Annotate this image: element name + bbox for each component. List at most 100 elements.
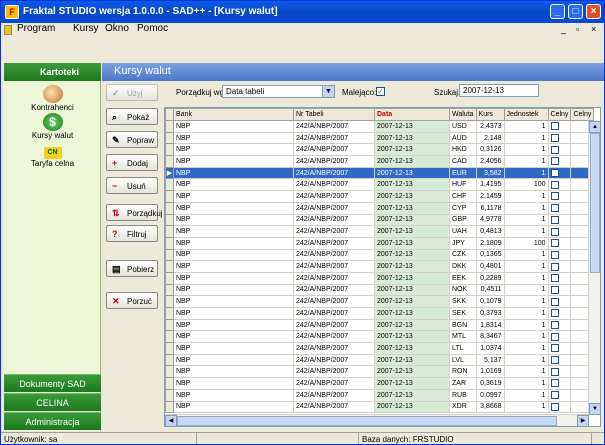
table-row[interactable]: NBP 242/A/NBP/2007 2007-12-13 CYP 6,1178 1	[165, 201, 595, 215]
table-row[interactable]: NBP 242/A/NBP/2007 2007-12-13 EEK 0,2289 1	[165, 271, 595, 285]
celny-checkbox[interactable]	[550, 215, 559, 224]
delete-button[interactable]: − Usuń	[106, 177, 158, 194]
table-row[interactable]: NBP 242/A/NBP/2007 2007-12-13 RUB 0,0997 1	[165, 388, 595, 402]
filter-button[interactable]: ? Filtruj	[106, 225, 158, 242]
celny-checkbox-cell[interactable]	[547, 131, 572, 145]
celny-checkbox[interactable]	[550, 262, 559, 271]
add-button[interactable]: + Dodaj	[106, 154, 158, 171]
col-nr-tabeli[interactable]: Nr Tabeli	[293, 108, 375, 121]
table-row[interactable]: NBP 242/A/NBP/2007 2007-12-13 MTL 8,3467 1	[165, 330, 595, 344]
celny-checkbox[interactable]	[550, 239, 559, 248]
celny-checkbox-cell[interactable]	[547, 400, 572, 414]
menu-okno[interactable]: Okno	[105, 23, 129, 34]
celny-checkbox[interactable]	[550, 391, 559, 400]
celny-checkbox-cell[interactable]	[547, 318, 572, 332]
celny-checkbox[interactable]	[550, 157, 559, 166]
table-row[interactable]: NBP 242/A/NBP/2007 2007-12-13 SKK 0,1079 1	[165, 295, 595, 308]
celny-checkbox-cell[interactable]	[547, 353, 572, 367]
celny-checkbox[interactable]	[550, 227, 559, 236]
table-row[interactable]: NBP 242/A/NBP/2007 2007-12-13 AUD 2,148 1	[165, 131, 595, 145]
table-row[interactable]: NBP 242/A/NBP/2007 2007-12-13 CZK 0,1365 1	[165, 248, 595, 262]
rates-grid[interactable]: Bank Nr Tabeli Data Waluta Kurs Jednoste…	[164, 107, 601, 427]
scroll-left-icon[interactable]: ◀	[165, 415, 177, 426]
download-button[interactable]: ▤ Pobierz	[106, 260, 158, 277]
table-row[interactable]: NBP 242/A/NBP/2007 2007-12-13 SEK 0,3793 1	[165, 307, 595, 320]
close-form-button[interactable]: ✕ Porzuć	[106, 292, 158, 309]
table-row[interactable]: NBP 242/A/NBP/2007 2007-12-13 JPY 2,1809 100	[165, 236, 595, 250]
use-button[interactable]: ✓ Użyj	[106, 84, 158, 101]
celny-checkbox-cell[interactable]	[547, 307, 572, 320]
celny-checkbox-cell[interactable]	[547, 260, 572, 273]
vertical-scroll-thumb[interactable]	[590, 133, 600, 273]
mdi-close-button[interactable]: ×	[591, 24, 596, 34]
celny-checkbox-cell[interactable]	[547, 120, 572, 133]
close-button[interactable]: ×	[586, 4, 601, 19]
table-row[interactable]: ▶ NBP 242/A/NBP/2007 2007-12-13 EUR 3,582 1	[165, 166, 595, 180]
celny-checkbox-cell[interactable]	[547, 365, 572, 379]
sidebar-item-kontrahenci[interactable]: Kontrahenci	[4, 85, 101, 112]
col-celny[interactable]: Celny	[547, 108, 572, 121]
edit-button[interactable]: ✎ Popraw	[106, 131, 158, 148]
table-row[interactable]: NBP 242/A/NBP/2007 2007-12-13 UAH 0,4813 1	[165, 225, 595, 238]
celny-checkbox[interactable]	[550, 356, 559, 365]
celny-checkbox[interactable]	[550, 309, 559, 318]
celny-checkbox-cell[interactable]	[547, 330, 572, 344]
scroll-right-icon[interactable]: ▶	[577, 415, 589, 426]
scroll-down-icon[interactable]: ▼	[589, 403, 600, 415]
sidebar-item-taryfa-celna[interactable]: CN Taryfa celna	[4, 147, 101, 168]
celny-checkbox[interactable]	[550, 321, 559, 330]
celny-checkbox[interactable]	[550, 169, 559, 178]
title-bar[interactable]: F Fraktal STUDIO wersja 1.0.0.0 - SAD++ …	[1, 1, 604, 23]
celny-checkbox[interactable]	[550, 379, 559, 388]
sidebar-section-celina[interactable]: CELINA	[4, 393, 101, 411]
celny-checkbox-cell[interactable]	[547, 236, 572, 250]
horizontal-scroll-thumb[interactable]	[177, 416, 557, 426]
mdi-restore-button[interactable]: ▫	[576, 24, 579, 34]
celny-checkbox-cell[interactable]	[547, 342, 572, 355]
table-row[interactable]: NBP 242/A/NBP/2007 2007-12-13 GBP 4,9778 1	[165, 213, 595, 227]
col-celny-2[interactable]: Celny	[570, 108, 595, 121]
celny-checkbox[interactable]	[550, 145, 559, 154]
celny-checkbox[interactable]	[550, 344, 559, 353]
table-row[interactable]: NBP 242/A/NBP/2007 2007-12-13 XDR 3,8668 1	[165, 400, 595, 414]
col-bank[interactable]: Bank	[173, 108, 294, 121]
sidebar-item-kursy-walut[interactable]: $ Kursy walut	[4, 113, 101, 140]
celny-checkbox-cell[interactable]	[547, 178, 572, 192]
minimize-button[interactable]: _	[550, 4, 565, 19]
sidebar-section-administracja[interactable]: Administracja	[4, 412, 101, 430]
table-row[interactable]: NBP 242/A/NBP/2007 2007-12-13 CHF 2,1459 1	[165, 190, 595, 203]
celny-checkbox-cell[interactable]	[547, 388, 572, 402]
col-data[interactable]: Data	[374, 108, 450, 121]
menu-program[interactable]: Program	[17, 23, 55, 34]
celny-checkbox-cell[interactable]	[547, 190, 572, 203]
celny-checkbox-cell[interactable]	[547, 143, 572, 157]
table-row[interactable]: NBP 242/A/NBP/2007 2007-12-13 BGN 1,8314 1	[165, 318, 595, 332]
table-row[interactable]: NBP 242/A/NBP/2007 2007-12-13 HUF 1,4195 100	[165, 178, 595, 192]
celny-checkbox-cell[interactable]	[547, 213, 572, 227]
vertical-scrollbar[interactable]: ▲ ▼	[588, 121, 600, 415]
menu-pomoc[interactable]: Pomoc	[137, 23, 168, 34]
sort-button[interactable]: ⇅ Porządkuj	[106, 204, 163, 221]
celny-checkbox[interactable]	[550, 332, 559, 341]
show-button[interactable]: ⌕ Pokaż	[106, 108, 158, 125]
table-row[interactable]: NBP 242/A/NBP/2007 2007-12-13 USD 2,4373 1	[165, 120, 595, 133]
celny-checkbox-cell[interactable]	[547, 271, 572, 285]
col-kurs[interactable]: Kurs	[475, 108, 505, 121]
horizontal-scrollbar[interactable]: ◀ ▶	[165, 414, 589, 426]
col-waluta[interactable]: Waluta	[449, 108, 477, 121]
mdi-app-icon[interactable]	[4, 25, 12, 35]
desc-checkbox[interactable]: ✓	[376, 87, 385, 96]
celny-checkbox[interactable]	[550, 204, 559, 213]
table-row[interactable]: NBP 242/A/NBP/2007 2007-12-13 LTL 1,0374 1	[165, 342, 595, 355]
table-row[interactable]: NBP 242/A/NBP/2007 2007-12-13 CAD 2,4056 1	[165, 155, 595, 168]
celny-checkbox[interactable]	[550, 192, 559, 201]
celny-checkbox[interactable]	[550, 250, 559, 259]
table-row[interactable]: NBP 242/A/NBP/2007 2007-12-13 LVL 5,137 1	[165, 353, 595, 367]
celny-checkbox-cell[interactable]	[547, 377, 572, 390]
celny-checkbox-cell[interactable]	[547, 155, 572, 168]
mdi-minimize-button[interactable]: _	[561, 24, 566, 34]
celny-checkbox-cell[interactable]	[547, 295, 572, 308]
celny-checkbox[interactable]	[550, 274, 559, 283]
scroll-up-icon[interactable]: ▲	[589, 121, 600, 133]
table-row[interactable]: NBP 242/A/NBP/2007 2007-12-13 DKK 0,4801 1	[165, 260, 595, 273]
